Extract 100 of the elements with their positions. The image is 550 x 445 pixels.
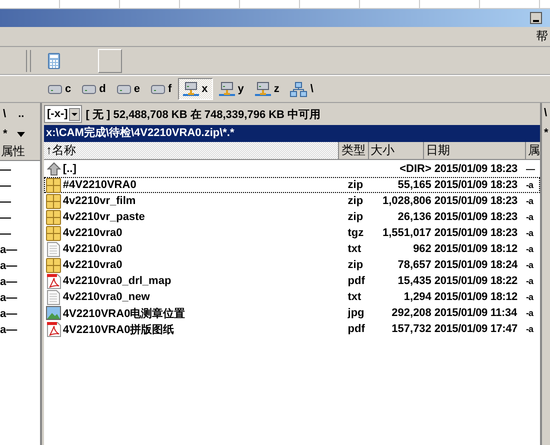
table-cell-text: — [0,195,12,210]
file-type: zip [348,211,364,223]
table-cell-text: — [0,227,12,242]
file-attributes: -a [526,212,534,222]
file-date: 2015/01/09 18:23 [434,227,518,239]
network-icon [290,82,308,96]
file-attributes: -a [526,244,534,254]
archive-icon [46,194,62,208]
image-file-icon [46,306,62,320]
drive-button[interactable]: c [43,78,76,100]
dropdown-arrow-icon[interactable] [17,132,26,136]
file-attributes: -a [526,180,534,190]
column-header[interactable]: 日期 [424,142,526,159]
file-attributes: -a [526,196,534,206]
pdf-file-icon [46,322,61,336]
file-size: 1,028,806 [381,195,432,207]
file-type: jpg [348,307,364,319]
text-file-icon [47,242,60,256]
table-cell-text: — [0,163,12,178]
drive-icon [48,84,62,94]
file-size: 1,294 [402,291,432,303]
file-date: 2015/01/09 18:22 [434,275,518,287]
column-header[interactable]: 属 [526,142,540,159]
archive-icon [46,226,62,240]
root-button[interactable]: \ [544,103,550,123]
file-date: 2015/01/09 18:23 [434,211,518,223]
archive-icon [46,178,62,192]
file-row[interactable]: 4V2210VRA0电测章位置 jpg 292,208 2015/01/09 11:34 -a [44,305,540,321]
file-name[interactable]: 4v2210vra0 [62,227,348,239]
file-type: txt [348,291,362,303]
file-name[interactable]: [..] [62,163,348,175]
drive-dropdown[interactable]: [-x-] [44,105,82,123]
file-row[interactable]: 4v2210vra0 zip 78,657 2015/01/09 18:24 -a [44,257,540,273]
file-attributes: -a [526,276,534,286]
file-row[interactable]: [..] <DIR> 2015/01/09 18:23 — [44,161,540,177]
file-name[interactable]: 4v2210vr_paste [62,211,348,223]
column-header[interactable]: 类型 [339,142,369,159]
file-row[interactable]: 4v2210vr_paste zip 26,136 2015/01/09 18:23 -a [44,209,540,225]
table-cell-text: a— [0,291,18,306]
text-file-icon [47,290,60,304]
drive-button[interactable]: x [178,78,213,100]
filter-text: * [544,126,550,141]
file-row[interactable]: 4v2210vra0 txt 962 2015/01/09 18:12 -a [44,241,540,257]
file-date: 2015/01/09 18:12 [434,291,518,303]
file-name[interactable]: 4V2210VRA0电测章位置 [62,306,348,320]
file-name[interactable]: #4V2210VRA0 [62,179,348,191]
network-drive-icon [218,82,235,96]
drive-button[interactable]: y [214,78,249,100]
file-type: zip [348,179,364,191]
file-name[interactable]: 4v2210vra0 [62,243,348,255]
path-bar: x:\CAM完成\待检\4V2210VRA0.zip\*.* [44,125,540,142]
file-row[interactable]: #4V2210VRA0 zip 55,165 2015/01/09 18:23 -a [44,177,540,193]
menu-item[interactable]: 帮 [536,28,550,45]
file-row[interactable]: 4v2210vra0_new txt 1,294 2015/01/09 18:12 -a [44,289,540,305]
drive-button[interactable]: f [146,78,177,100]
pdf-file-icon [46,274,61,288]
drive-button[interactable]: \ [285,78,318,100]
file-name[interactable]: 4v2210vra0 [62,259,348,271]
table-cell-text: a— [0,323,18,338]
up-arrow-icon [46,162,61,176]
file-size: 15,435 [396,275,432,287]
file-date: 2015/01/09 11:34 [434,307,518,319]
file-row[interactable]: 4v2210vra0_drl_map pdf 15,435 2015/01/09 18:22 -a [44,273,540,289]
file-name[interactable]: 4v2210vra0_drl_map [62,275,348,287]
file-type: pdf [348,323,365,335]
column-header[interactable]: 大小 [368,142,424,159]
drive-button[interactable]: z [250,78,284,100]
file-row[interactable]: 4V2210VRA0拼版图纸 pdf 157,732 2015/01/09 17:47 -a [44,321,540,337]
file-name[interactable]: 4V2210VRA0拼版图纸 [62,322,348,336]
table-cell-text: — [0,179,12,194]
toolbar-button[interactable] [98,48,122,72]
free-space-text: [ 无 ] 52,488,708 KB 在 748,339,796 KB 中可用 [86,108,321,122]
table-cell-text: a— [0,307,18,322]
file-name[interactable]: 4v2210vra0_new [62,291,348,303]
file-type: pdf [348,275,365,287]
file-date: 2015/01/09 18:23 [434,195,518,207]
drive-button[interactable]: e [112,78,145,100]
minimize-icon[interactable] [530,12,542,24]
file-date: 2015/01/09 18:12 [434,243,518,255]
file-date: 2015/01/09 18:23 [434,179,518,191]
archive-icon [46,210,62,224]
table-cell-text: a— [0,259,18,274]
root-button[interactable]: \ [3,108,6,120]
archive-icon [46,258,62,272]
file-row[interactable]: 4v2210vr_film zip 1,028,806 2015/01/09 18:23 -a [44,193,540,209]
table-cell-text: a— [0,275,18,290]
parent-button[interactable]: .. [18,108,24,120]
drive-icon [150,84,165,94]
file-size: 26,136 [396,211,432,223]
drive-button[interactable]: d [77,78,111,100]
network-drive-icon [254,82,271,96]
calculator-icon[interactable] [48,52,60,68]
file-attributes: -a [526,324,534,334]
file-size: <DIR> [398,163,432,175]
file-name[interactable]: 4v2210vr_film [62,195,348,207]
file-size: 292,208 [390,307,432,319]
file-row[interactable]: 4v2210vra0 tgz 1,551,017 2015/01/09 18:23 -a [44,225,540,241]
file-size: 78,657 [396,259,432,271]
table-cell-text: a— [0,243,18,258]
filter-text: * [3,128,8,140]
